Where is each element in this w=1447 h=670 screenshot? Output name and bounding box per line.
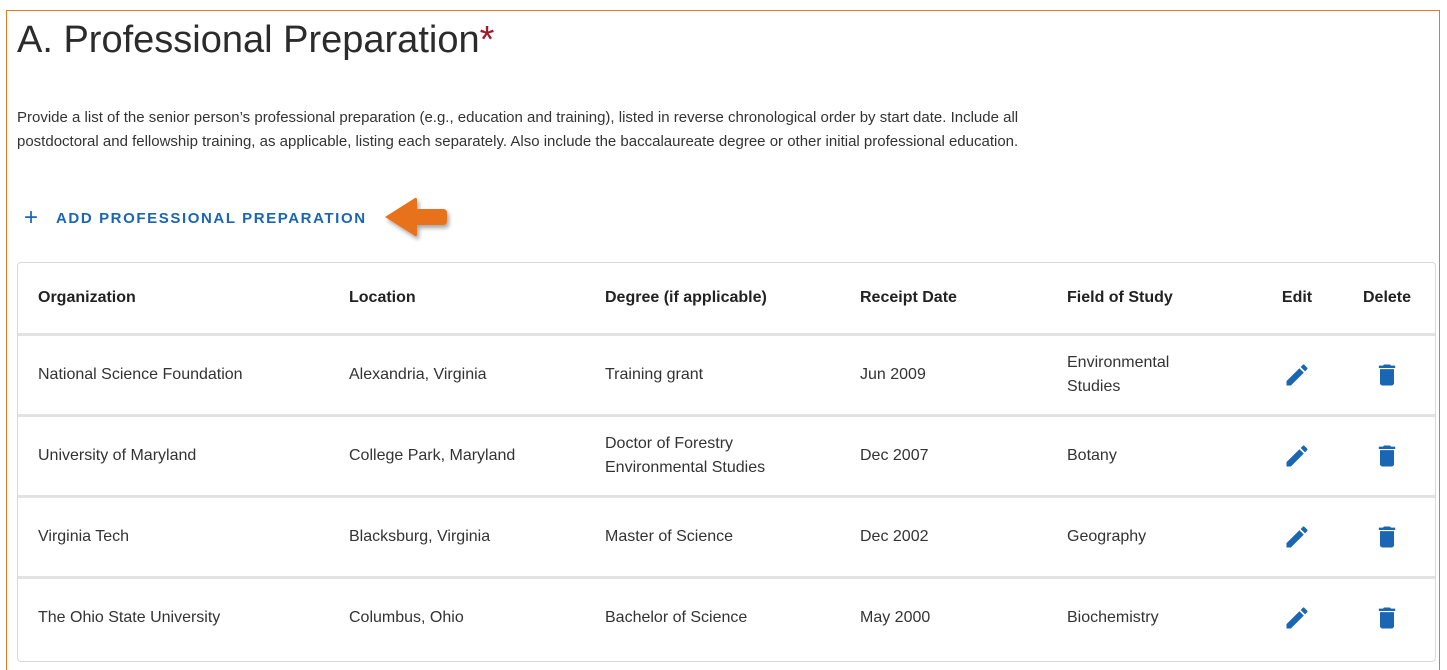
cell-receipt-date: Jun 2009 xyxy=(840,334,1047,417)
cell-degree: Master of Science xyxy=(585,496,840,579)
cell-organization: Virginia Tech xyxy=(18,496,329,579)
callout-arrow-icon xyxy=(385,197,447,237)
header-field-of-study: Field of Study xyxy=(1047,263,1255,336)
table-row: University of Maryland College Park, Mar… xyxy=(18,415,1435,498)
delete-trash-icon[interactable] xyxy=(1373,523,1401,551)
edit-pencil-icon[interactable] xyxy=(1283,442,1311,470)
cell-degree: Doctor of Forestry Environmental Studies xyxy=(585,415,840,498)
table-row: The Ohio State University Columbus, Ohio… xyxy=(18,578,1435,658)
table-row: National Science Foundation Alexandria, … xyxy=(18,334,1435,417)
header-delete: Delete xyxy=(1339,263,1435,336)
header-degree: Degree (if applicable) xyxy=(585,263,840,336)
edit-pencil-icon[interactable] xyxy=(1283,523,1311,551)
cell-degree: Bachelor of Science xyxy=(605,609,748,626)
edit-pencil-icon[interactable] xyxy=(1283,604,1311,632)
header-receipt-date: Receipt Date xyxy=(840,263,1047,336)
cell-organization: National Science Foundation xyxy=(18,334,329,417)
cell-receipt-date: Dec 2007 xyxy=(840,415,1047,498)
cell-degree: Training grant xyxy=(585,334,840,417)
cell-location: College Park, Maryland xyxy=(329,415,585,498)
header-edit: Edit xyxy=(1255,263,1339,336)
cell-field-of-study: Geography xyxy=(1047,496,1255,579)
delete-trash-icon[interactable] xyxy=(1373,361,1401,389)
add-button-label: ADD PROFESSIONAL PREPARATION xyxy=(56,209,367,227)
cell-field-of-study: Botany xyxy=(1047,415,1255,498)
table-header-row: Organization Location Degree (if applica… xyxy=(18,263,1435,336)
section-description: Provide a list of the senior person’s pr… xyxy=(17,109,1019,150)
required-asterisk: * xyxy=(479,19,495,61)
header-location: Location xyxy=(329,263,585,336)
section-title: A. Professional Preparation* xyxy=(17,16,494,64)
add-professional-preparation-button[interactable]: + ADD PROFESSIONAL PREPARATION xyxy=(24,204,367,232)
cell-location: Blacksburg, Virginia xyxy=(329,496,585,579)
delete-trash-icon[interactable] xyxy=(1373,604,1401,632)
table-row: Virginia Tech Blacksburg, Virginia Maste… xyxy=(18,496,1435,579)
cell-location: Columbus, Ohio xyxy=(349,609,464,626)
cell-receipt-date: May 2000 xyxy=(860,609,931,626)
cell-organization: University of Maryland xyxy=(18,415,329,498)
cell-organization: The Ohio State University xyxy=(38,609,221,626)
cell-receipt-date: Dec 2002 xyxy=(840,496,1047,579)
plus-icon: + xyxy=(24,204,39,231)
section-title-text: A. Professional Preparation xyxy=(17,19,480,61)
header-organization: Organization xyxy=(18,263,329,336)
delete-trash-icon[interactable] xyxy=(1373,442,1401,470)
professional-preparation-table: Organization Location Degree (if applica… xyxy=(17,262,1436,662)
edit-pencil-icon[interactable] xyxy=(1283,361,1311,389)
cell-location: Alexandria, Virginia xyxy=(329,334,585,417)
cell-field-of-study: Environmental Studies xyxy=(1047,334,1255,417)
cell-field-of-study: Biochemistry xyxy=(1067,609,1159,626)
